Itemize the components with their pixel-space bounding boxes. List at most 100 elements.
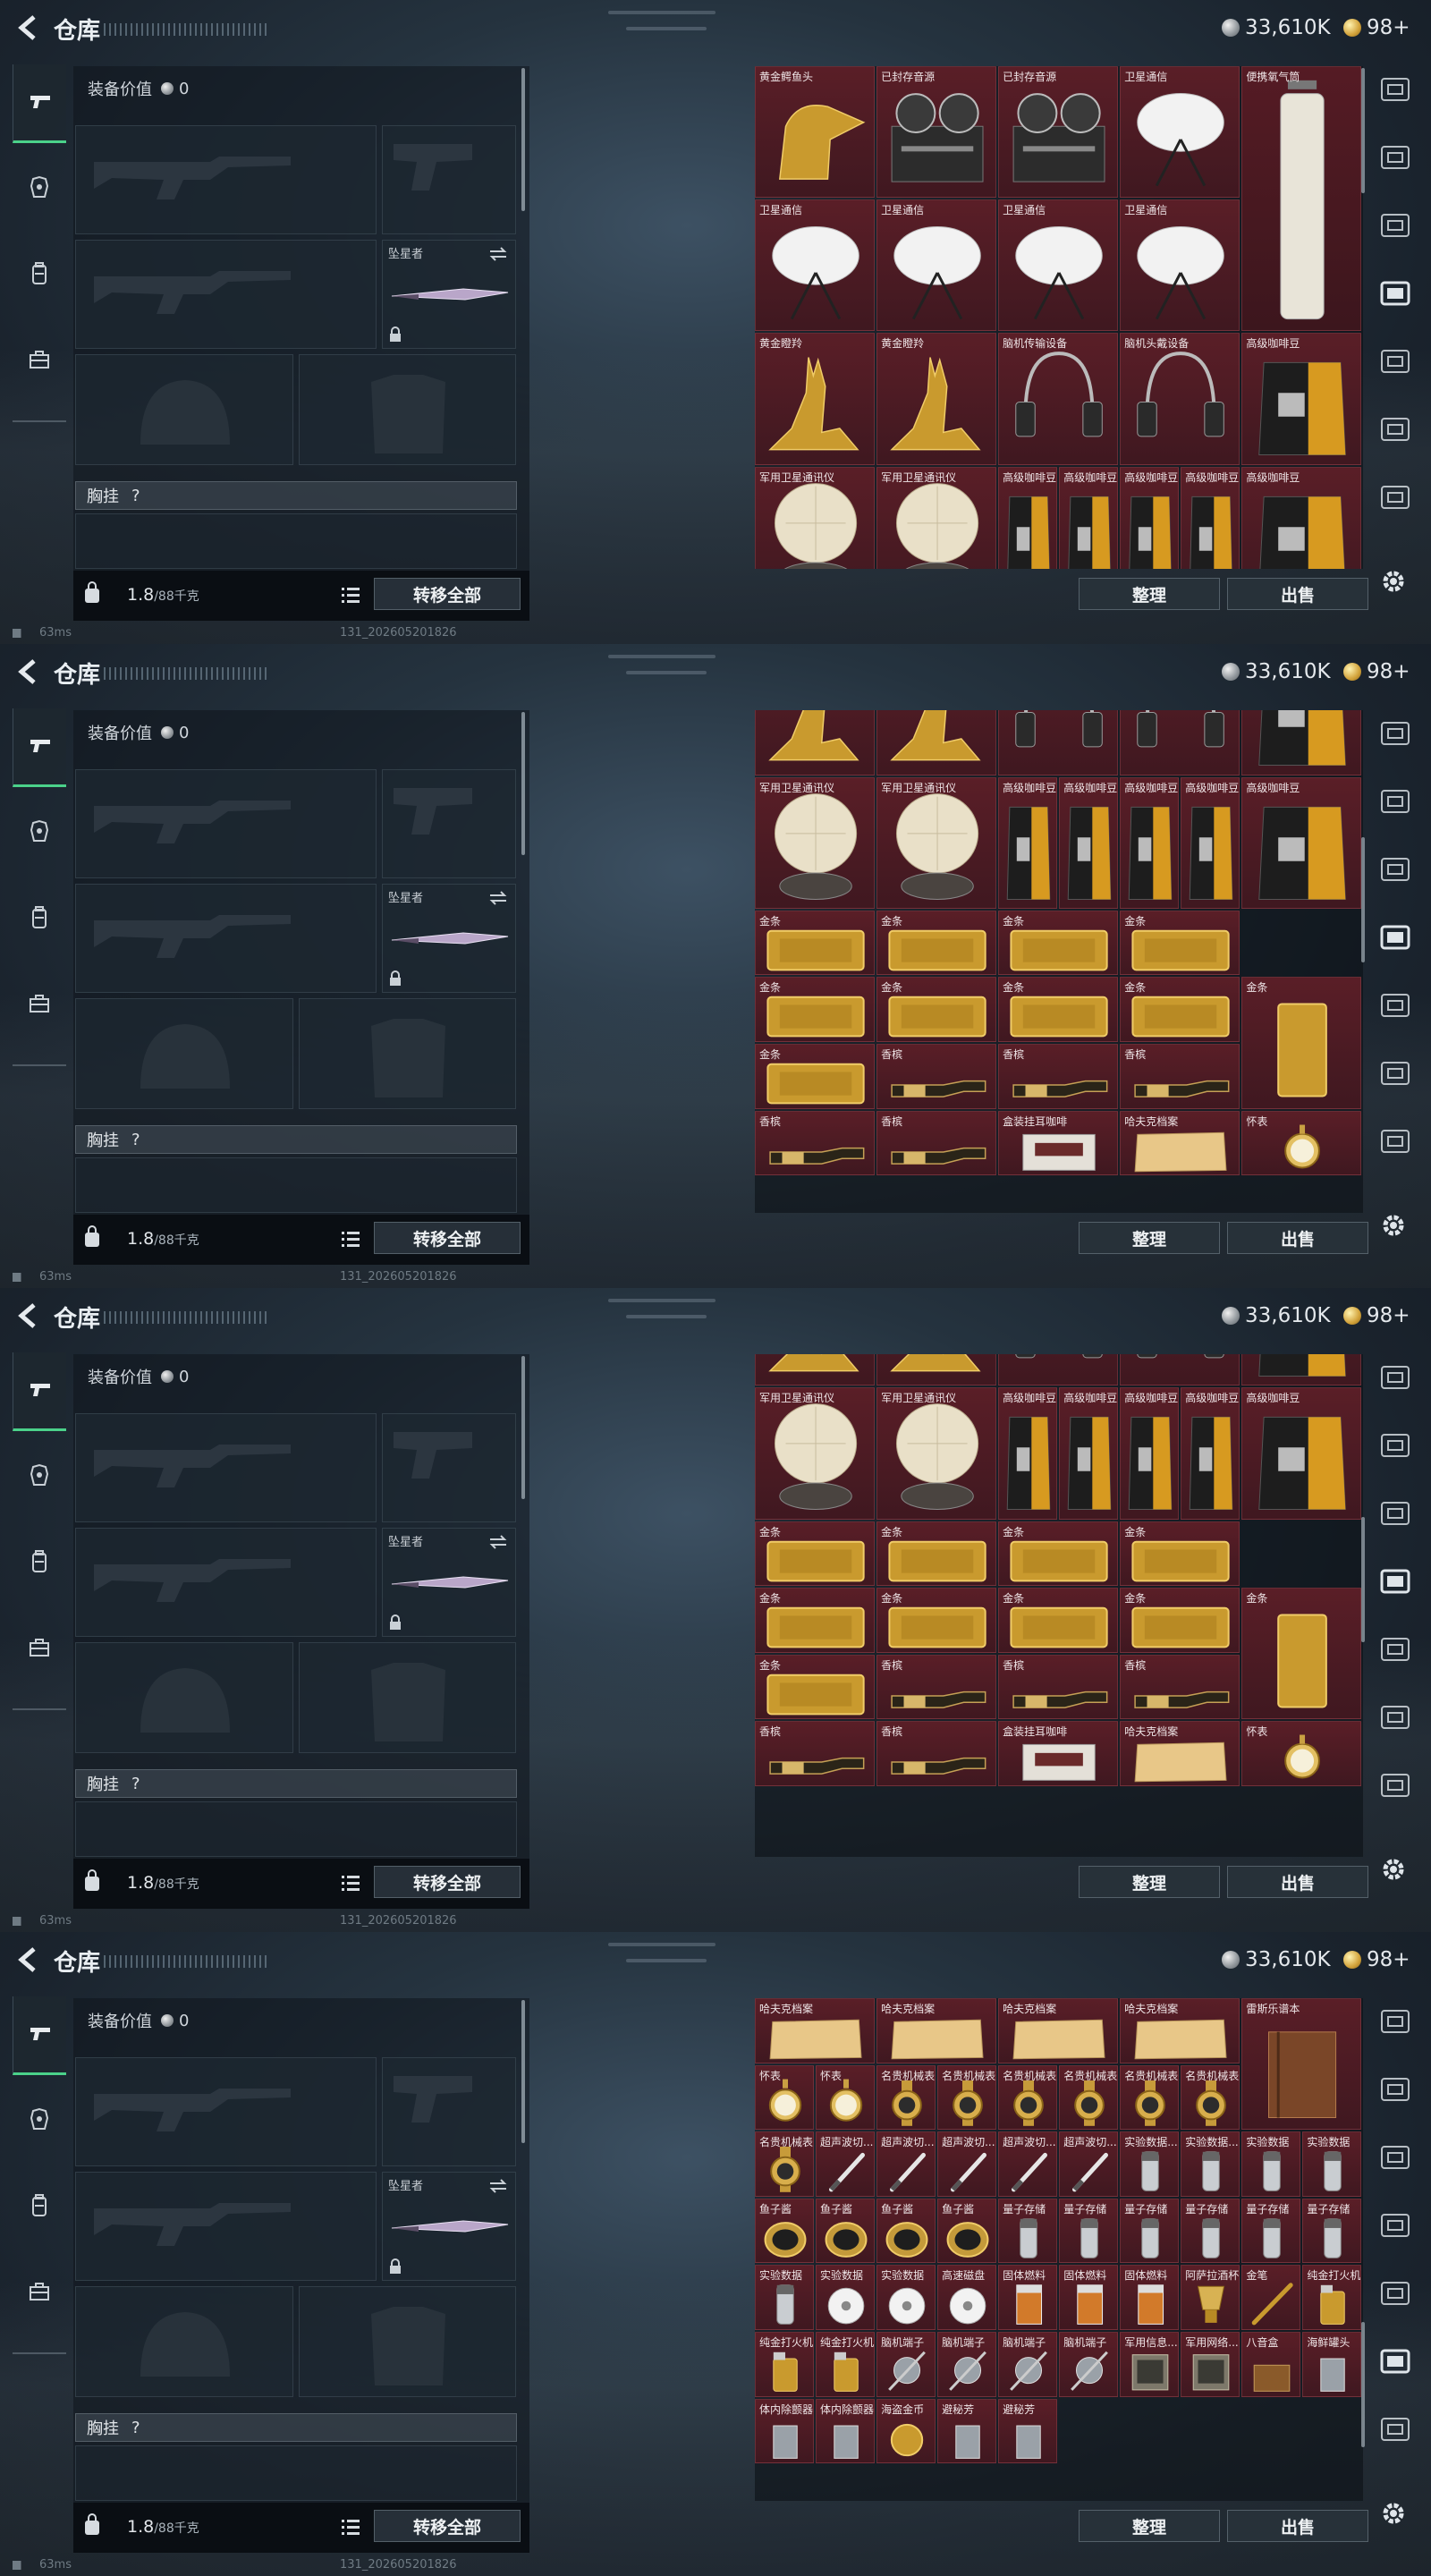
- stash-item[interactable]: 脑机头戴设备: [1120, 333, 1240, 465]
- stash-item[interactable]: 高级咖啡豆: [1241, 776, 1362, 909]
- helmet-slot[interactable]: [75, 2286, 293, 2397]
- nav-briefcase-button[interactable]: [13, 966, 66, 1045]
- tab-icon-2[interactable]: [1377, 2073, 1413, 2106]
- stash-item[interactable]: 金条: [876, 1588, 997, 1653]
- tab-icon-3[interactable]: [1377, 2141, 1413, 2174]
- tab-icon-3[interactable]: [1377, 853, 1413, 886]
- stash-item[interactable]: 金条: [1120, 910, 1240, 976]
- stash-item[interactable]: 超声波切...: [937, 2131, 997, 2197]
- stash-item[interactable]: 卫星通信: [755, 199, 876, 332]
- stash-item[interactable]: [876, 1354, 997, 1386]
- helmet-slot[interactable]: [75, 1642, 293, 1753]
- stash-item[interactable]: 香槟: [876, 1721, 997, 1787]
- nav-armor-button[interactable]: [13, 150, 66, 229]
- loadout-scrollbar[interactable]: [521, 712, 525, 855]
- stash-item[interactable]: 金条: [1120, 1588, 1240, 1653]
- tab-icon-3[interactable]: [1377, 209, 1413, 242]
- tab-icon-5[interactable]: [1377, 1633, 1413, 1665]
- stash-item[interactable]: 脑机端子: [1059, 2332, 1119, 2397]
- back-arrow-icon[interactable]: [14, 1301, 41, 1331]
- stash-item[interactable]: 实验数据: [1241, 2131, 1301, 2197]
- stash-item[interactable]: 哈夫克档案: [755, 1998, 876, 2063]
- gold-balance[interactable]: 98+: [1343, 14, 1410, 41]
- secondary-weapon-slot[interactable]: [75, 2172, 377, 2281]
- stash-item[interactable]: 实验数据: [876, 2265, 936, 2331]
- armor-slot[interactable]: [299, 998, 516, 1109]
- nav-briefcase-button[interactable]: [13, 322, 66, 401]
- stash-item[interactable]: 超声波切...: [998, 2131, 1058, 2197]
- primary-weapon-slot[interactable]: [75, 125, 377, 234]
- sort-button[interactable]: 整理: [1079, 1222, 1220, 1254]
- loadout-scrollbar[interactable]: [521, 68, 525, 211]
- stash-item[interactable]: 实验数据: [755, 2265, 815, 2331]
- melee-slot[interactable]: 坠星者: [382, 884, 516, 993]
- stash-item[interactable]: 金条: [755, 1588, 876, 1653]
- stash-item[interactable]: 金条: [1241, 977, 1362, 1109]
- stash-item[interactable]: [755, 1354, 876, 1386]
- stash-item[interactable]: [1120, 710, 1240, 775]
- nav-backpack-button[interactable]: [13, 2168, 66, 2247]
- stash-item[interactable]: 金条: [998, 1588, 1119, 1653]
- tab-icon-2[interactable]: [1377, 141, 1413, 174]
- nav-backpack-button[interactable]: [13, 880, 66, 959]
- stash-item[interactable]: 纯金打火机: [755, 2332, 815, 2397]
- tab-icon-4[interactable]: [1377, 2209, 1413, 2241]
- stash-item[interactable]: 量子存储: [998, 2198, 1058, 2264]
- stash-item[interactable]: 体内除颤器: [755, 2398, 815, 2464]
- stash-item[interactable]: 哈夫克档案: [1120, 1110, 1240, 1176]
- armor-slot[interactable]: [299, 354, 516, 465]
- gear-icon[interactable]: [1377, 1209, 1410, 1241]
- stash-item[interactable]: [1241, 1354, 1362, 1386]
- stash-item[interactable]: 脑机端子: [937, 2332, 997, 2397]
- stash-item[interactable]: 金条: [755, 1654, 876, 1720]
- stash-item[interactable]: 实验数据...: [1120, 2131, 1180, 2197]
- stash-item[interactable]: 高级咖啡豆: [1181, 466, 1240, 569]
- stash-item[interactable]: 怀表: [1241, 1110, 1362, 1176]
- gear-icon[interactable]: [1377, 565, 1410, 597]
- stash-item[interactable]: 名贵机械表: [1181, 2064, 1240, 2131]
- stash-scrollbar[interactable]: [1361, 2322, 1365, 2447]
- gear-icon[interactable]: [1377, 2497, 1410, 2529]
- nav-briefcase-button[interactable]: [13, 2254, 66, 2333]
- transfer-all-button[interactable]: 转移全部: [374, 578, 521, 610]
- stash-item[interactable]: 实验数据: [1302, 2131, 1362, 2197]
- stash-item[interactable]: 金条: [755, 910, 876, 976]
- stash-item[interactable]: 香槟: [876, 1044, 997, 1109]
- stash-item[interactable]: 军用信息...: [1120, 2332, 1180, 2397]
- loadout-scrollbar[interactable]: [521, 2000, 525, 2143]
- stash-item[interactable]: 金笔: [1241, 2265, 1301, 2331]
- melee-slot[interactable]: 坠星者: [382, 1528, 516, 1637]
- transfer-all-button[interactable]: 转移全部: [374, 1866, 521, 1898]
- stash-item[interactable]: 高级咖啡豆: [1181, 1387, 1240, 1520]
- stash-item[interactable]: 香槟: [1120, 1654, 1240, 1720]
- stash-item[interactable]: 名贵机械表: [876, 2064, 936, 2131]
- stash-item[interactable]: 高级咖啡豆: [998, 776, 1058, 909]
- stash-item[interactable]: 纯金打火机: [1302, 2265, 1362, 2331]
- list-icon[interactable]: [340, 585, 361, 605]
- primary-weapon-slot[interactable]: [75, 769, 377, 878]
- stash-item[interactable]: 高级咖啡豆: [998, 466, 1058, 569]
- stash-item[interactable]: 卫星通信: [876, 199, 997, 332]
- armor-slot[interactable]: [299, 2286, 516, 2397]
- stash-item[interactable]: 金条: [755, 1044, 876, 1109]
- stash-item[interactable]: [1120, 1354, 1240, 1386]
- primary-weapon-slot[interactable]: [75, 1413, 377, 1522]
- stash-item[interactable]: 高级咖啡豆: [1181, 776, 1240, 909]
- stash-item[interactable]: 卫星通信: [998, 199, 1119, 332]
- stash-item[interactable]: 军用卫星通讯仪: [755, 1387, 876, 1520]
- stash-item[interactable]: 金条: [876, 910, 997, 976]
- stash-item[interactable]: 高级咖啡豆: [1241, 333, 1362, 465]
- stash-item[interactable]: 军用卫星通讯仪: [876, 776, 997, 909]
- sell-button[interactable]: 出售: [1227, 578, 1368, 610]
- tab-icon-5[interactable]: [1377, 345, 1413, 377]
- stash-item[interactable]: 量子存储: [1181, 2198, 1240, 2264]
- stash-item[interactable]: 超声波切...: [816, 2131, 876, 2197]
- sidearm-slot[interactable]: [382, 769, 516, 878]
- gold-balance[interactable]: 98+: [1343, 658, 1410, 685]
- tab-icon-6[interactable]: [1377, 2345, 1413, 2377]
- helmet-slot[interactable]: [75, 354, 293, 465]
- stash-item[interactable]: 量子存储: [1241, 2198, 1301, 2264]
- nav-backpack-button[interactable]: [13, 1524, 66, 1603]
- nav-briefcase-button[interactable]: [13, 1610, 66, 1689]
- transfer-all-button[interactable]: 转移全部: [374, 2510, 521, 2542]
